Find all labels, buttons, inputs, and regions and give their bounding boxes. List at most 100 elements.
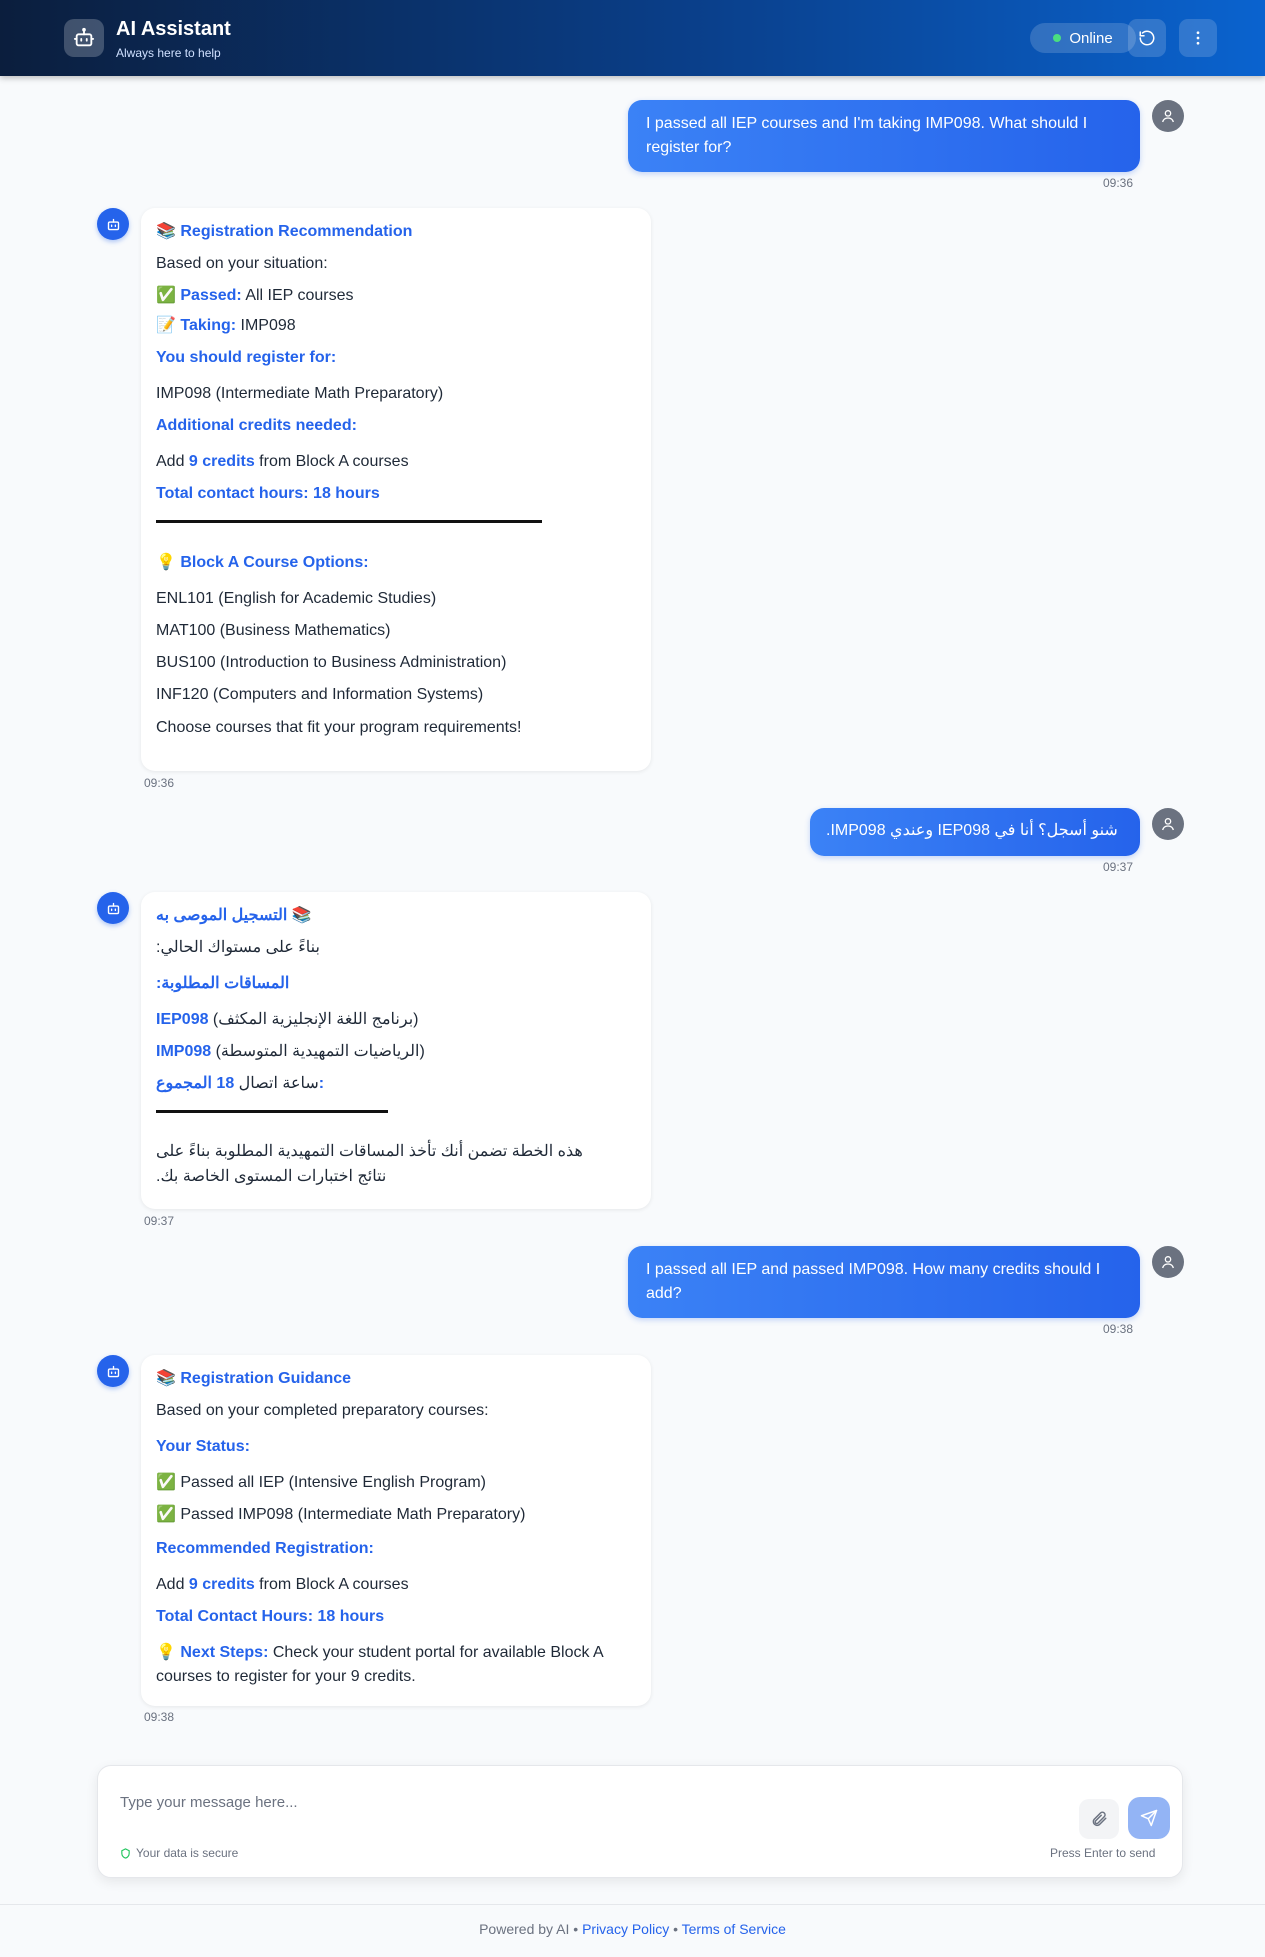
user-message-bubble: I passed all IEP and passed IMP098. How … (628, 1246, 1140, 1318)
terms-of-service-link[interactable]: Terms of Service (682, 1921, 786, 1937)
total-suffix: ساعة اتصال (238, 1075, 319, 1092)
status-heading: Your Status: (156, 1438, 250, 1455)
required-course: IEP098 (برنامج اللغة الإنجليزية المكثف) (156, 1008, 635, 1032)
message-text: I passed all IEP and passed IMP098. How … (646, 1261, 1101, 1302)
taking-label: Taking: (180, 317, 237, 334)
intro-text: بناءً على مستواك الحالي: (156, 939, 320, 956)
robot-icon (107, 902, 119, 914)
more-options-button[interactable] (1179, 19, 1217, 57)
course-option: BUS100 (Introduction to Business Adminis… (156, 654, 507, 671)
recommendation-heading: Recommended Registration: (156, 1540, 374, 1557)
divider (156, 520, 542, 523)
message-text: I passed all IEP courses and I'm taking … (646, 115, 1088, 156)
options-heading: 💡 Block A Course Options: (156, 554, 369, 571)
options-heading-text: Block A Course Options: (180, 554, 369, 571)
closing-line: Choose courses that fit your program req… (156, 719, 522, 736)
assistant-avatar (97, 892, 129, 924)
send-hint: Press Enter to send (1050, 1846, 1156, 1860)
next-steps: 💡 Next Steps: Check your student portal … (156, 1644, 603, 1685)
paperclip-icon (1092, 1811, 1107, 1827)
course-option: MAT100 (Business Mathematics) (156, 622, 391, 639)
app-subtitle: Always here to help (116, 46, 221, 60)
assistant-avatar (97, 1355, 129, 1387)
app-logo (64, 19, 104, 57)
course-option: ENL101 (English for Academic Studies) (156, 590, 437, 607)
message-title: 📚 Registration Guidance (156, 1370, 352, 1387)
required-heading: المساقات المطلوبة: (156, 972, 635, 996)
message-title: 📚 التسجيل الموصى به (156, 904, 635, 928)
assistant-message-card: 📚 Registration Recommendation Based on y… (141, 208, 651, 771)
message-timestamp: 09:38 (144, 1710, 175, 1724)
credits-pre: Add (156, 453, 189, 470)
status-item: ✅ Passed all IEP (Intensive English Prog… (156, 1474, 486, 1491)
message-intro: بناءً على مستواك الحالي: (156, 936, 635, 960)
credits-post: from Block A courses (254, 453, 409, 470)
taking-line: 📝 Taking: IMP098 (156, 317, 296, 334)
passed-line: ✅ Passed: All IEP courses (156, 287, 354, 304)
course-desc: (برنامج اللغة الإنجليزية المكثف) (208, 1011, 419, 1028)
credits-post: from Block A courses (254, 1576, 409, 1593)
credits-line: Add 9 credits from Block A courses (156, 450, 635, 474)
user-avatar (1152, 808, 1184, 840)
message-timestamp: 09:37 (1103, 860, 1134, 874)
powered-by-text: Powered by AI • (479, 1921, 583, 1937)
privacy-policy-link[interactable]: Privacy Policy (582, 1921, 669, 1937)
message-timestamp: 09:37 (144, 1214, 175, 1228)
user-icon (1162, 1256, 1174, 1269)
credits-value: 9 credits (188, 1576, 255, 1593)
send-icon (1140, 1809, 1158, 1827)
credits-pre: Add (156, 1576, 189, 1593)
total-line: ساعة اتصال 18 المجموع: (156, 1072, 635, 1096)
contact-hours: Total contact hours: 18 hours (156, 485, 380, 502)
required-heading-text: المساقات المطلوبة: (156, 975, 290, 992)
next-steps-label: Next Steps: (180, 1644, 269, 1661)
message-title: 📚 Registration Recommendation (156, 223, 413, 240)
user-avatar (1152, 1246, 1184, 1278)
security-text: Your data is secure (136, 1846, 239, 1860)
refresh-button[interactable] (1128, 19, 1166, 57)
message-timestamp: 09:38 (1103, 1322, 1134, 1336)
footer-divider (0, 1904, 1265, 1905)
message-title-text: 📚 التسجيل الموصى به (156, 907, 312, 924)
course-desc: (الرياضيات التمهيدية المتوسطة) (211, 1043, 425, 1060)
status-label: Online (1069, 29, 1113, 47)
send-button[interactable] (1128, 1797, 1170, 1839)
page-footer: Powered by AI • Privacy Policy • Terms o… (0, 1921, 1265, 1937)
robot-icon (73, 27, 95, 47)
total-value: 18 (216, 1075, 235, 1092)
security-note: Your data is secure (120, 1846, 238, 1860)
user-icon (1162, 110, 1174, 123)
assistant-avatar (97, 208, 129, 240)
credits-line: Add 9 credits from Block A courses (156, 1573, 635, 1597)
passed-value: All IEP courses (241, 287, 354, 304)
user-icon (1162, 818, 1174, 831)
assistant-message-card: 📚 Registration Guidance Based on your co… (141, 1355, 651, 1706)
shield-icon (121, 1847, 130, 1859)
passed-label: Passed: (180, 287, 242, 304)
divider (156, 1110, 388, 1113)
required-course: IMP098 (الرياضيات التمهيدية المتوسطة) (156, 1040, 635, 1064)
status-badge: Online (1030, 23, 1136, 53)
taking-value: IMP098 (236, 317, 296, 334)
app-title: AI Assistant (116, 18, 231, 40)
footer-separator: • (669, 1921, 682, 1937)
more-vertical-icon (1196, 31, 1200, 45)
attach-button[interactable] (1079, 1799, 1119, 1839)
credits-heading: Additional credits needed: (156, 417, 357, 434)
course-option: INF120 (Computers and Information System… (156, 686, 484, 703)
course-code: IEP098 (156, 1011, 209, 1028)
message-timestamp: 09:36 (1103, 176, 1134, 190)
message-text: شنو أسجل؟ أنا في IEP098 وعندي IMP098. (826, 822, 1118, 839)
message-input[interactable] (120, 1790, 940, 1814)
app-header: AI Assistant Always here to help Online (0, 0, 1265, 76)
user-message-bubble: I passed all IEP courses and I'm taking … (628, 100, 1140, 172)
credits-value: 9 credits (188, 453, 255, 470)
contact-hours: Total Contact Hours: 18 hours (156, 1608, 385, 1625)
user-message-bubble: شنو أسجل؟ أنا في IEP098 وعندي IMP098. (810, 808, 1140, 856)
assistant-message-card: 📚 التسجيل الموصى به بناءً على مستواك الح… (141, 892, 651, 1209)
robot-icon (107, 1365, 119, 1377)
register-heading: You should register for: (156, 349, 337, 366)
robot-icon (107, 218, 119, 230)
message-intro: Based on your situation: (156, 255, 328, 272)
plan-note: هذه الخطة تضمن أنك تأخذ المساقات التمهيد… (156, 1143, 583, 1185)
